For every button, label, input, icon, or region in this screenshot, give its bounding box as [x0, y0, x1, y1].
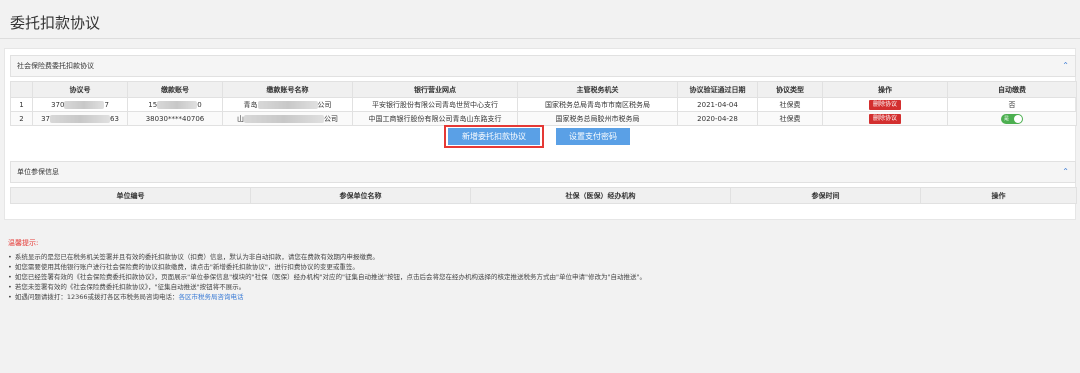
unit-panel-header[interactable]: 单位参保信息 ⌃	[10, 161, 1076, 183]
action-cell: 删除协议	[822, 97, 948, 112]
toggle-on-label: 是	[1004, 115, 1010, 122]
unit-panel-title: 单位参保信息	[17, 168, 59, 176]
col-header: 自动缴费	[947, 81, 1077, 98]
action-cell: 删除协议	[822, 111, 948, 126]
col-header: 银行营业网点	[352, 81, 518, 98]
agreement-no: 370 7	[32, 97, 128, 112]
redacted-block	[157, 100, 198, 109]
col-header: 协议号	[32, 81, 128, 98]
col-header: 缴款账号	[127, 81, 223, 98]
table-header-row: 单位编号 参保单位名称 社保（医保）经办机构 参保时间 操作	[10, 187, 1077, 204]
new-agreement-button[interactable]: 新增委托扣款协议	[448, 128, 540, 145]
agreement-no: 37 63	[32, 111, 128, 126]
redacted-block	[244, 114, 324, 123]
tips-list: • 系统显示的是您已在税务机关签署并且有效的委托扣款协议（扣费）信息，默认为非自动…	[8, 252, 646, 302]
set-password-button[interactable]: 设置支付密码	[556, 128, 630, 145]
chevron-up-icon[interactable]: ⌃	[1062, 162, 1069, 182]
redacted-block	[257, 100, 318, 109]
col-header: 协议类型	[757, 81, 823, 98]
col-header: 缴款账号名称	[222, 81, 353, 98]
tip-item: • 如您需要使用其他银行账户进行社会保险费的协议扣款缴费，请点击"新增委托扣款协议…	[8, 263, 359, 271]
col-index	[10, 81, 33, 98]
col-header: 操作	[920, 187, 1077, 204]
auto-pay-cell: 是	[947, 111, 1077, 126]
tip-item: • 系统显示的是您已在税务机关签署并且有效的委托扣款协议（扣费）信息，默认为非自动…	[8, 253, 379, 261]
account-no: 38030****40706	[127, 111, 223, 126]
tips-section: 温馨提示: • 系统显示的是您已在税务机关签署并且有效的委托扣款协议（扣费）信息，…	[4, 228, 1076, 373]
table-row: 1 370 7 15 0 青岛 公司 平安银行股份有限公司青岛世贸中心支行 国家税务总…	[10, 97, 1077, 112]
row-index: 1	[10, 97, 33, 112]
page-title: 委托扣款协议	[10, 14, 101, 32]
social-panel-header[interactable]: 社会保险费委托扣款协议 ⌃	[10, 55, 1076, 77]
bank-branch: 中国工商银行股份有限公司青岛山东路支行	[352, 111, 518, 126]
delete-agreement-button[interactable]: 删除协议	[868, 113, 901, 124]
agreement-table: 协议号 缴款账号 缴款账号名称 银行营业网点 主管税务机关 协议验证通过日期 协…	[10, 81, 1077, 126]
col-header: 参保单位名称	[250, 187, 471, 204]
bank-branch: 平安银行股份有限公司青岛世贸中心支行	[352, 97, 518, 112]
table-row: 2 37 63 38030****40706 山公司 中国工商银行股份有限公司青岛…	[10, 111, 1077, 126]
col-header: 操作	[822, 81, 948, 98]
verify-date: 2020-04-28	[677, 111, 758, 126]
auto-pay-toggle[interactable]: 是	[1001, 113, 1023, 124]
table-header-row: 协议号 缴款账号 缴款账号名称 银行营业网点 主管税务机关 协议验证通过日期 协…	[10, 81, 1077, 98]
col-header: 社保（医保）经办机构	[470, 187, 731, 204]
col-header: 主管税务机关	[517, 81, 678, 98]
redacted-block	[50, 114, 110, 123]
tax-hotline-link[interactable]: 各区市税务局咨询电话	[179, 293, 244, 301]
tip-item: • 若您未签署有效的《社会保险费委托扣款协议》，"征集自动推送"按钮将不展示。	[8, 283, 246, 291]
tip-item: • 如遇问题请拨打：12366或拨打各区市税务局咨询电话：各区市税务局咨询电话	[8, 293, 244, 301]
col-header: 参保时间	[730, 187, 921, 204]
verify-date: 2021-04-04	[677, 97, 758, 112]
chevron-up-icon[interactable]: ⌃	[1062, 56, 1069, 76]
redacted-block	[64, 100, 105, 109]
col-header: 协议验证通过日期	[677, 81, 758, 98]
tip-item: • 如您已经签署有效的《社会保险费委托扣款协议》，页面展示"单位参保信息"模块的"…	[8, 273, 646, 281]
account-name: 青岛 公司	[222, 97, 353, 112]
title-divider	[0, 38, 1080, 39]
delete-agreement-button[interactable]: 删除协议	[868, 99, 901, 110]
row-index: 2	[10, 111, 33, 126]
agreement-type: 社保费	[757, 97, 823, 112]
tax-office: 国家税务总局青岛市市南区税务局	[517, 97, 678, 112]
toggle-knob	[1014, 114, 1022, 123]
account-name: 山公司	[222, 111, 353, 126]
unit-table: 单位编号 参保单位名称 社保（医保）经办机构 参保时间 操作	[10, 187, 1077, 204]
account-no: 15 0	[127, 97, 223, 112]
auto-pay-status: 否	[947, 97, 1077, 112]
social-panel-title: 社会保险费委托扣款协议	[17, 62, 94, 70]
agreement-type: 社保费	[757, 111, 823, 126]
tax-office: 国家税务总局胶州市税务局	[517, 111, 678, 126]
col-header: 单位编号	[10, 187, 251, 204]
tips-title: 温馨提示:	[8, 239, 39, 247]
